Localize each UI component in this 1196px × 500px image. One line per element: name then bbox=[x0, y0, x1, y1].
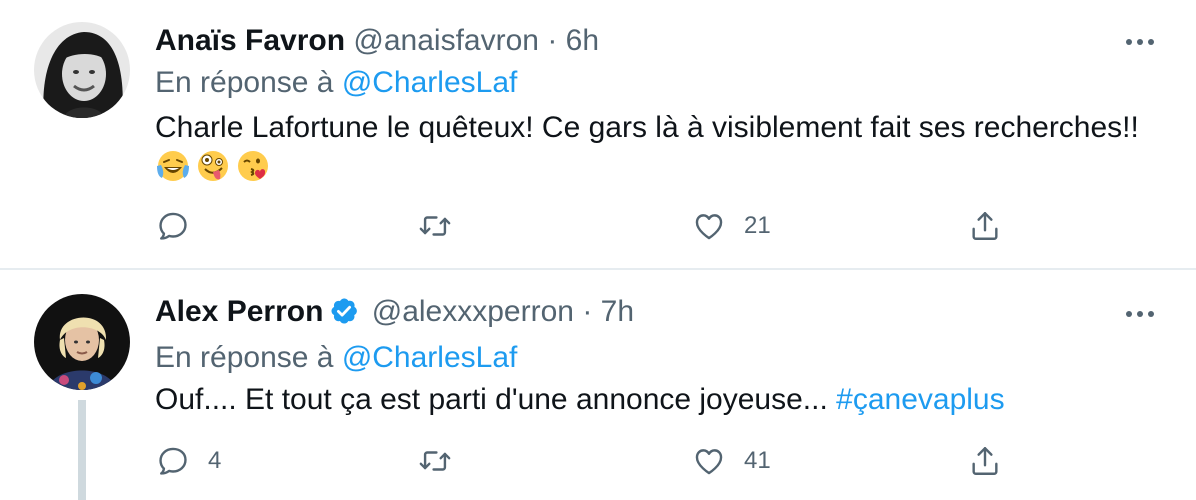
share-button[interactable] bbox=[968, 441, 1002, 481]
reply-mention-link[interactable]: @CharlesLaf bbox=[342, 66, 518, 99]
retweet-icon bbox=[419, 451, 451, 471]
share-icon bbox=[972, 212, 998, 240]
verified-badge-icon bbox=[329, 296, 359, 335]
tweet-text-content: Ouf.... Et tout ça est parti d'une annon… bbox=[155, 383, 828, 416]
share-button[interactable] bbox=[968, 206, 1002, 246]
more-icon[interactable] bbox=[1120, 302, 1160, 326]
tweet[interactable]: Alex Perron @alexxxperron · 7h En répons… bbox=[0, 270, 1196, 500]
separator: · bbox=[582, 295, 593, 328]
reply-count: 4 bbox=[208, 447, 222, 474]
emoji-row bbox=[155, 148, 271, 184]
tweet-text: Charle Lafortune le quêteux! Ce gars là … bbox=[155, 111, 1139, 144]
avatar[interactable] bbox=[34, 294, 130, 390]
tweet-actions: 21 bbox=[0, 206, 1196, 246]
like-count: 21 bbox=[744, 212, 771, 239]
face-with-tears-of-joy-icon bbox=[157, 151, 189, 181]
reply-button[interactable] bbox=[156, 206, 208, 246]
tweet[interactable]: Anaïs Favron @anaisfavron · 6h En répons… bbox=[0, 0, 1196, 270]
separator: · bbox=[547, 24, 558, 57]
author-handle[interactable]: @anaisfavron bbox=[353, 24, 539, 57]
reply-button[interactable]: 4 bbox=[156, 441, 221, 481]
tweet-actions: 4 41 bbox=[0, 441, 1196, 481]
reply-icon bbox=[159, 447, 187, 475]
reply-mention-link[interactable]: @CharlesLaf bbox=[342, 341, 518, 374]
author-name[interactable]: Anaïs Favron bbox=[155, 24, 345, 57]
avatar-image bbox=[34, 22, 130, 118]
timestamp[interactable]: 7h bbox=[601, 295, 634, 328]
tweet-header: Anaïs Favron @anaisfavron · 6h bbox=[155, 23, 599, 59]
reply-prefix: En réponse à bbox=[155, 341, 334, 374]
avatar-image bbox=[34, 294, 130, 390]
retweet-button[interactable] bbox=[418, 206, 470, 246]
author-name[interactable]: Alex Perron bbox=[155, 295, 323, 328]
like-button[interactable]: 21 bbox=[692, 206, 771, 246]
reply-icon bbox=[159, 212, 187, 240]
zany-face-icon bbox=[198, 151, 228, 181]
like-button[interactable]: 41 bbox=[692, 441, 771, 481]
more-icon[interactable] bbox=[1120, 30, 1160, 54]
retweet-button[interactable] bbox=[418, 441, 470, 481]
reply-context: En réponse à @CharlesLaf bbox=[155, 340, 517, 376]
tweet-header: Alex Perron @alexxxperron · 7h bbox=[155, 294, 634, 335]
like-count: 41 bbox=[744, 447, 771, 474]
reply-context: En réponse à @CharlesLaf bbox=[155, 65, 517, 101]
author-handle[interactable]: @alexxxperron bbox=[372, 295, 574, 328]
heart-icon bbox=[695, 449, 723, 475]
share-icon bbox=[972, 447, 998, 475]
heart-icon bbox=[695, 214, 723, 240]
hashtag-link[interactable]: #çanevaplus bbox=[836, 383, 1004, 416]
retweet-icon bbox=[419, 216, 451, 236]
tweet-text: Ouf.... Et tout ça est parti d'une annon… bbox=[155, 380, 1005, 420]
face-blowing-a-kiss-icon bbox=[238, 151, 268, 181]
reply-prefix: En réponse à bbox=[155, 66, 334, 99]
timestamp[interactable]: 6h bbox=[566, 24, 599, 57]
avatar[interactable] bbox=[34, 22, 130, 118]
